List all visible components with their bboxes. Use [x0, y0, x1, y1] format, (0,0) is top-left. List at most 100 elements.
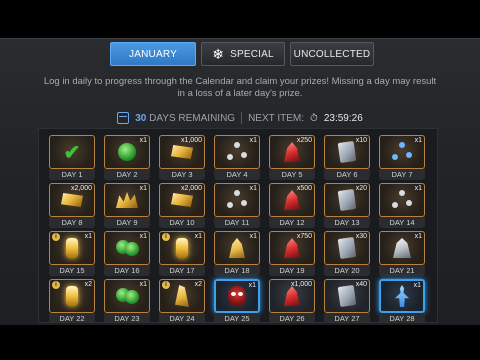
red-crystal-icon: [284, 286, 300, 306]
day-tile[interactable]: x500: [269, 183, 315, 217]
reward-item: [281, 237, 303, 259]
day-tile[interactable]: x1: [379, 183, 425, 217]
day-tile[interactable]: x1: [104, 183, 150, 217]
reward-item: [226, 141, 248, 163]
timer-icon: ⏱: [310, 112, 318, 124]
day-tile[interactable]: x1 i: [159, 231, 205, 265]
day-cell[interactable]: x250 DAY 5: [269, 135, 316, 181]
day-tile[interactable]: x40: [324, 279, 370, 313]
day-cell[interactable]: x750 DAY 19: [269, 231, 316, 277]
day-cell[interactable]: x10 DAY 6: [324, 135, 371, 181]
day-tile[interactable]: x1,000: [269, 279, 315, 313]
day-tile[interactable]: x1: [379, 279, 425, 313]
info-icon[interactable]: i: [52, 281, 60, 289]
reward-item: [391, 285, 413, 307]
day-cell[interactable]: ✔ DAY 1: [49, 135, 96, 181]
day-label: DAY 4: [214, 169, 260, 180]
day-tile[interactable]: x1: [214, 231, 260, 265]
day-cell[interactable]: x1 DAY 23: [104, 279, 151, 322]
day-cell[interactable]: x30 DAY 20: [324, 231, 371, 277]
day-label: DAY 10: [159, 217, 205, 228]
day-tile[interactable]: x1: [104, 279, 150, 313]
info-icon[interactable]: i: [162, 233, 170, 241]
day-cell[interactable]: x1 DAY 4: [214, 135, 261, 181]
day-tile[interactable]: x2,000: [49, 183, 95, 217]
reward-quantity: x1: [414, 185, 422, 192]
day-tile[interactable]: x10: [324, 135, 370, 169]
reward-item: [171, 237, 193, 259]
catalyst-node-icon: [227, 142, 247, 162]
reward-quantity: x1: [249, 137, 257, 144]
day-cell[interactable]: x1 DAY 7: [379, 135, 426, 181]
day-tile[interactable]: x1: [214, 279, 260, 313]
day-tile[interactable]: x30: [324, 231, 370, 265]
green-orb-pair-icon: [116, 288, 139, 304]
day-tile[interactable]: x250: [269, 135, 315, 169]
reward-item: [226, 189, 248, 211]
day-tile[interactable]: x20: [324, 183, 370, 217]
day-cell[interactable]: x2 i DAY 24: [159, 279, 206, 322]
reward-item: [336, 284, 358, 308]
day-cell[interactable]: x1 DAY 14: [379, 183, 426, 229]
day-label: DAY 16: [104, 265, 150, 276]
day-tile[interactable]: x2 i: [49, 279, 95, 313]
reward-quantity: x1: [139, 137, 147, 144]
gold-icon: [171, 193, 193, 207]
day-tile[interactable]: x2,000: [159, 183, 205, 217]
reward-quantity: x1,000: [180, 137, 202, 144]
day-tile[interactable]: x1: [104, 135, 150, 169]
reward-item: [171, 141, 193, 163]
gold-icon: [61, 193, 83, 207]
reward-item: [116, 141, 138, 163]
checkmark-icon: ✔: [63, 141, 81, 164]
day-tile[interactable]: x1,000: [159, 135, 205, 169]
day-cell[interactable]: x1 DAY 28: [379, 279, 426, 322]
day-label: DAY 21: [379, 265, 425, 276]
reward-quantity: x1: [248, 282, 256, 289]
day-tile[interactable]: x1: [379, 135, 425, 169]
day-tile[interactable]: ✔: [49, 135, 95, 169]
day-cell[interactable]: x1 DAY 16: [104, 231, 151, 277]
day-cell[interactable]: x1,000 DAY 3: [159, 135, 206, 181]
day-cell[interactable]: x1 DAY 25: [214, 279, 261, 322]
day-cell[interactable]: x1 DAY 21: [379, 231, 426, 277]
day-cell[interactable]: x1 DAY 2: [104, 135, 151, 181]
day-label: DAY 19: [269, 265, 315, 276]
day-tile[interactable]: x750: [269, 231, 315, 265]
day-cell[interactable]: x1 i DAY 15: [49, 231, 96, 277]
day-tile[interactable]: x1: [104, 231, 150, 265]
day-tile[interactable]: x1: [214, 183, 260, 217]
day-tile[interactable]: x1 i: [49, 231, 95, 265]
tab-uncollected[interactable]: UNCOLLECTED: [290, 42, 374, 66]
reward-quantity: x10: [355, 137, 367, 144]
reward-item: [281, 189, 303, 211]
day-cell[interactable]: x1,000 DAY 26: [269, 279, 316, 322]
day-cell[interactable]: x2 i DAY 22: [49, 279, 96, 322]
tab-special[interactable]: ❄ SPECIAL: [201, 42, 285, 66]
reward-quantity: x1: [414, 233, 422, 240]
day-label: DAY 17: [159, 265, 205, 276]
day-tile[interactable]: x1: [379, 231, 425, 265]
calendar-description: Log in daily to progress through the Cal…: [43, 76, 437, 99]
tab-special-label: SPECIAL: [230, 48, 274, 60]
day-cell[interactable]: x1 DAY 18: [214, 231, 261, 277]
day-cell[interactable]: x1 DAY 9: [104, 183, 151, 229]
day-cell[interactable]: x2,000 DAY 8: [49, 183, 96, 229]
day-label: DAY 1: [49, 169, 95, 180]
day-cell[interactable]: x40 DAY 27: [324, 279, 371, 322]
tab-january[interactable]: JANUARY: [110, 42, 196, 66]
day-tile[interactable]: x2 i: [159, 279, 205, 313]
day-cell[interactable]: x500 DAY 12: [269, 183, 316, 229]
reward-quantity: x1: [139, 233, 147, 240]
info-icon[interactable]: i: [52, 233, 60, 241]
reward-item: [116, 285, 139, 307]
days-remaining-label: DAYS REMAINING: [149, 112, 236, 124]
info-icon[interactable]: i: [162, 281, 170, 289]
day-label: DAY 14: [379, 217, 425, 228]
day-tile[interactable]: x1: [214, 135, 260, 169]
day-cell[interactable]: x2,000 DAY 10: [159, 183, 206, 229]
day-cell[interactable]: x1 i DAY 17: [159, 231, 206, 277]
red-crystal-icon: [284, 190, 300, 210]
day-cell[interactable]: x1 DAY 11: [214, 183, 261, 229]
day-cell[interactable]: x20 DAY 13: [324, 183, 371, 229]
